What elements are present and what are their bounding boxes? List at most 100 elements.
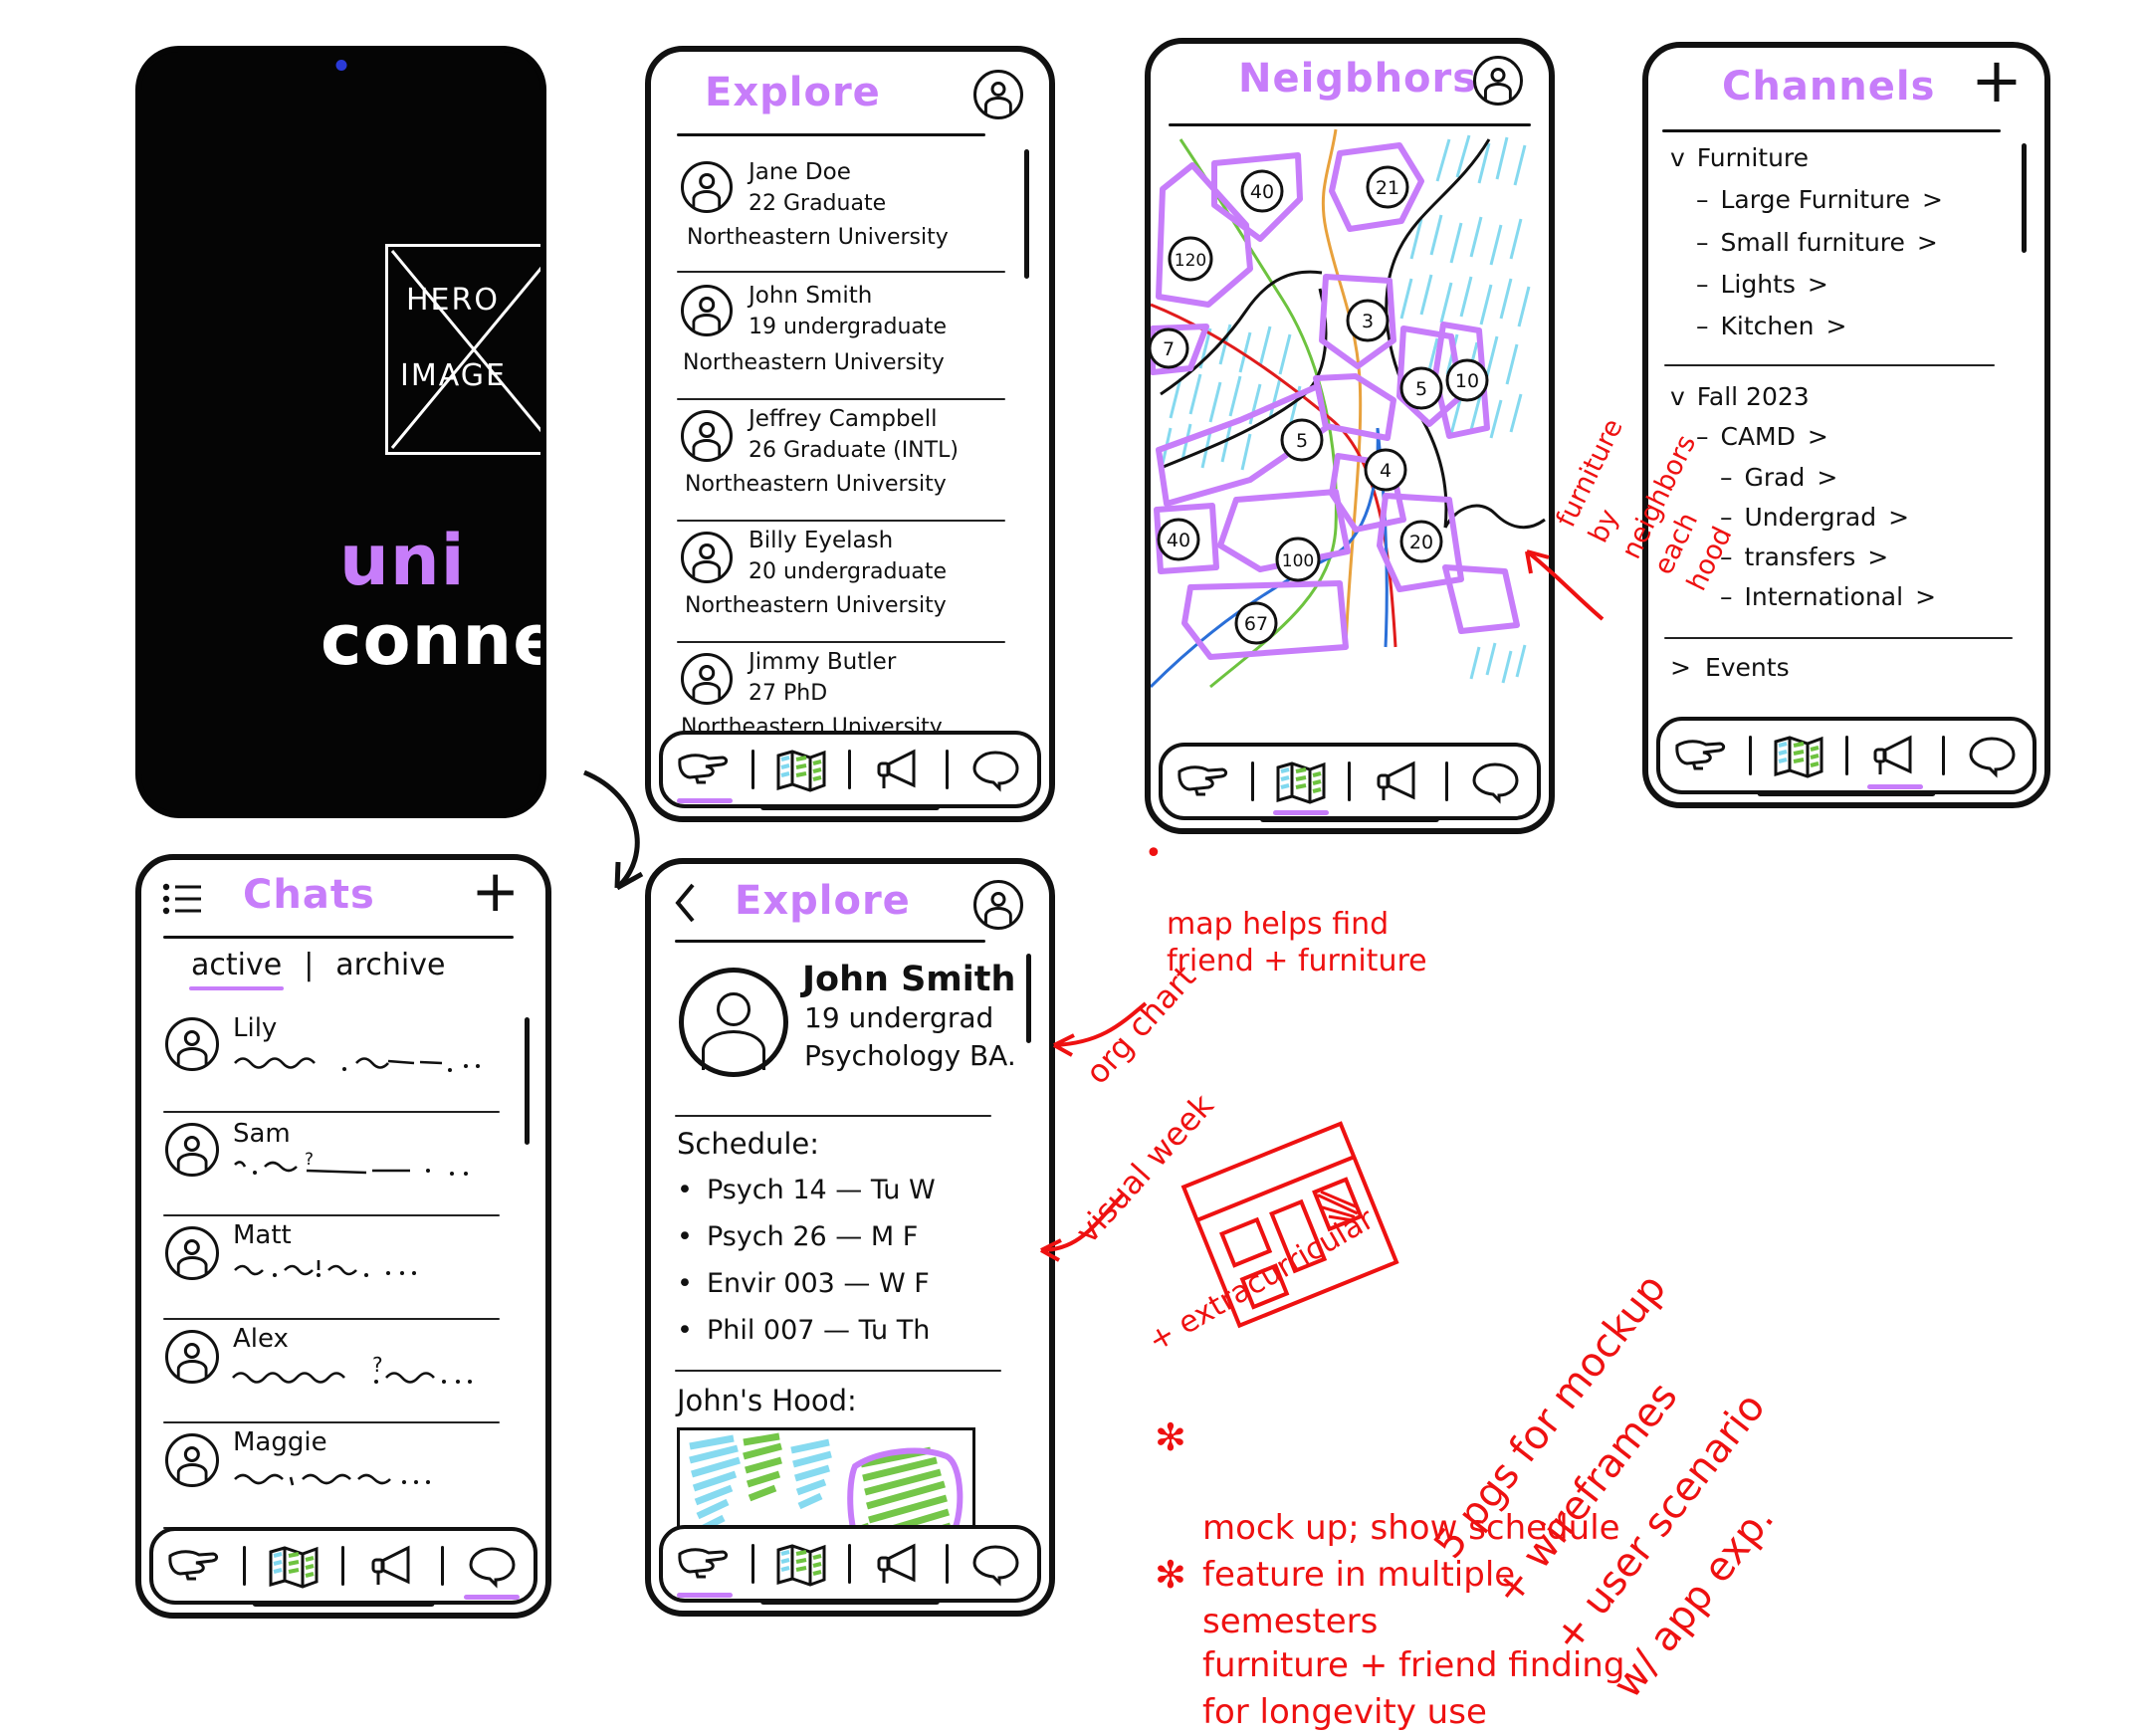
svg-text:5: 5 (1296, 430, 1308, 452)
header-divider (1169, 123, 1531, 126)
nav-item-explore[interactable] (159, 1538, 231, 1594)
list-item[interactable]: Sam ? (163, 1113, 522, 1216)
nav-item-explore[interactable] (669, 742, 741, 803)
caret-icon[interactable]: v (1670, 383, 1685, 410)
channel-item-label: Kitchen (1720, 312, 1815, 340)
bullet-icon: • (677, 1268, 693, 1299)
person-school: Northeastern University (687, 225, 949, 250)
channel-group-label: Furniture (1696, 143, 1810, 172)
channel-item[interactable]: – Kitchen > (1696, 312, 2023, 340)
nav-item-map[interactable] (1763, 728, 1834, 783)
channel-item[interactable]: – Small furniture > (1696, 229, 2023, 256)
nav-item-chats[interactable] (1459, 754, 1531, 809)
new-chat-button[interactable]: + (471, 862, 520, 920)
caret-icon[interactable]: > (1670, 654, 1691, 681)
list-item[interactable]: Alex ? (163, 1320, 522, 1423)
neighborhood-map[interactable]: 40 21 120 7 3 5 5 4 10 100 40 20 67 (1151, 128, 1549, 727)
account-circle-icon[interactable] (973, 880, 1023, 930)
channel-item[interactable]: – CAMD > (1696, 423, 2023, 450)
schedule-heading: Schedule: (677, 1127, 820, 1161)
neighbors-map-phone: Neigbhors 40 21 120 7 3 5 5 4 10 100 40 … (1145, 38, 1555, 834)
nav-item-announcements[interactable] (863, 1536, 935, 1592)
nav-item-map[interactable] (258, 1538, 329, 1594)
caret-icon[interactable]: v (1670, 144, 1685, 171)
home-indicator (1260, 816, 1439, 822)
annotation-map-note: • map helps find friend + furniture (1145, 834, 1427, 979)
megaphone-icon (371, 1545, 410, 1585)
list-item[interactable]: Maggie (163, 1423, 522, 1529)
person-detail: 19 undergraduate (749, 315, 948, 339)
hand-pointing-icon (168, 1550, 219, 1581)
channels-tree: v Furniture – Large Furniture > – Small … (1664, 143, 2023, 802)
tab-archive[interactable]: archive (335, 948, 445, 982)
nav-divider (946, 1544, 950, 1584)
nav-divider (243, 1546, 247, 1586)
nav-item-chats[interactable] (960, 742, 1031, 797)
scrollbar-thumb[interactable] (1026, 954, 1031, 1043)
avatar (681, 285, 733, 336)
channel-group-fall-2023[interactable]: v Fall 2023 – CAMD > – Grad > – Undergra… (1664, 383, 2023, 639)
tab-divider: | (304, 948, 315, 982)
channels-phone: Channels + v Furniture – Large Furniture… (1642, 42, 2050, 808)
folded-map-icon (269, 1546, 319, 1589)
schedule-item-label: Psych 26 — M F (706, 1221, 919, 1252)
nav-item-map[interactable] (765, 742, 837, 797)
nav-item-chats[interactable] (960, 1536, 1031, 1592)
svg-text:?: ? (372, 1353, 383, 1377)
list-item[interactable]: Billy Eyelash 20 undergraduate Northeast… (677, 522, 1023, 643)
nav-item-chats[interactable] (456, 1538, 528, 1600)
chat-name: Lily (233, 1013, 278, 1043)
active-tab-indicator (463, 1595, 520, 1600)
nav-item-explore[interactable] (669, 1536, 741, 1598)
active-tab-indicator (676, 1593, 733, 1598)
channel-item[interactable]: – transfers > (1720, 543, 2023, 570)
home-indicator (760, 1599, 940, 1605)
add-channel-button[interactable]: + (1971, 50, 2023, 111)
list-item[interactable]: John Smith 19 undergraduate Northeastern… (677, 273, 1023, 400)
list-item[interactable]: Jeffrey Campbell 26 Graduate (INTL) Nort… (677, 400, 1023, 522)
channel-group-furniture[interactable]: v Furniture – Large Furniture > – Small … (1664, 143, 2023, 366)
chat-name: Matt (233, 1220, 292, 1250)
megaphone-icon (1377, 760, 1415, 800)
channel-item[interactable]: – Undergrad > (1720, 504, 2023, 531)
nav-item-announcements[interactable] (1363, 754, 1434, 809)
bottom-nav (659, 731, 1041, 808)
page-title: Neigbhors (1238, 56, 1478, 102)
nav-item-explore[interactable] (1666, 728, 1738, 783)
account-circle-icon[interactable] (1473, 56, 1523, 106)
channel-item[interactable]: – Grad > (1720, 464, 2023, 491)
nav-item-announcements[interactable] (1859, 728, 1931, 789)
message-preview-squiggle: ? (232, 1353, 472, 1384)
nav-item-explore[interactable] (1169, 754, 1240, 809)
list-item[interactable]: Matt (163, 1216, 522, 1320)
account-circle-icon[interactable] (973, 70, 1023, 119)
svg-text:67: 67 (1244, 613, 1268, 635)
channel-item[interactable]: – International > (1720, 583, 2023, 610)
chevron-left-icon[interactable] (673, 882, 699, 924)
channel-item-label: Large Furniture (1720, 185, 1911, 215)
nav-item-chats[interactable] (1956, 728, 2028, 783)
list-item[interactable]: Lily (163, 1009, 522, 1113)
nav-item-announcements[interactable] (357, 1538, 429, 1594)
scrollbar-thumb[interactable] (525, 1017, 530, 1145)
megaphone-icon (877, 749, 916, 788)
nav-item-map[interactable] (1265, 754, 1337, 815)
nav-divider (1445, 761, 1449, 801)
channel-item[interactable]: – Lights > (1696, 271, 2023, 298)
schedule-item: • Phil 007 — Tu Th (677, 1317, 1025, 1344)
nav-item-map[interactable] (765, 1536, 837, 1592)
nav-divider (750, 1544, 754, 1584)
tab-active[interactable]: active (189, 948, 285, 990)
speech-bubble-icon (1968, 737, 2016, 778)
avatar (681, 161, 733, 213)
list-item[interactable]: Jane Doe 22 Graduate Northeastern Univer… (677, 151, 1023, 273)
bottom-nav (659, 1525, 1041, 1603)
svg-text:20: 20 (1409, 532, 1433, 553)
profile-name: John Smith (802, 960, 1016, 999)
list-menu-icon[interactable] (161, 880, 205, 920)
speech-bubble-icon (972, 1545, 1019, 1587)
nav-item-announcements[interactable] (863, 742, 935, 797)
channel-item[interactable]: – Large Furniture > (1696, 185, 2023, 215)
svg-text:5: 5 (1415, 378, 1427, 400)
scrollbar-thumb[interactable] (1024, 149, 1029, 279)
